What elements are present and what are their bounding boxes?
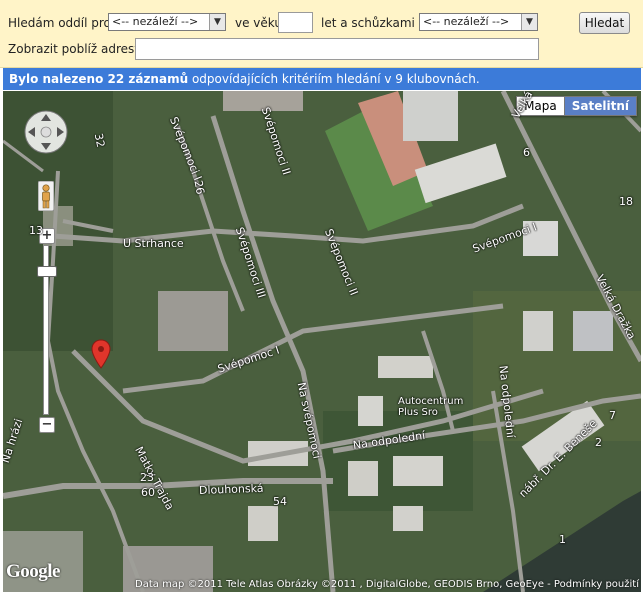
result-text: odpovídajících kritériím hledání v 9 klu… <box>188 72 480 86</box>
street-label-u-strhance: U Strhance <box>123 237 184 250</box>
street-number-13: 13 <box>29 224 43 237</box>
map-pin-icon[interactable] <box>91 339 111 369</box>
poi-label-autocentrum: Autocentrum Plus Sro <box>398 396 464 418</box>
category-select[interactable]: <-- nezáleží --> ▼ <box>108 13 226 31</box>
street-number-23: 23 <box>140 471 154 484</box>
map-marker[interactable] <box>91 339 111 372</box>
meetings-label: let a schůzkami v <box>321 16 426 30</box>
street-view-pegman[interactable] <box>37 180 55 214</box>
street-number-54: 54 <box>273 495 287 508</box>
map-view[interactable]: Mapa Satelitní + − U Strhance Svépomoci … <box>3 91 641 592</box>
street-number-32: 32 <box>91 132 108 149</box>
age-input[interactable] <box>278 12 313 33</box>
category-select-value: <-- nezáleží --> <box>112 15 199 28</box>
age-label: ve věku <box>235 16 282 30</box>
google-logo: Google <box>6 561 61 582</box>
search-button[interactable]: Hledat <box>579 12 630 34</box>
map-type-control: Mapa Satelitní <box>516 96 637 116</box>
zoom-out-button[interactable]: − <box>39 417 55 433</box>
street-number-18: 18 <box>619 195 633 208</box>
map-type-satellite-button[interactable]: Satelitní <box>564 96 637 116</box>
street-number-1: 1 <box>559 533 566 546</box>
map-attribution: Data map ©2011 Tele Atlas Obrázky ©2011 … <box>135 579 639 590</box>
street-number-7: 7 <box>609 409 616 422</box>
pegman-icon[interactable] <box>37 180 55 212</box>
search-form: Hledám oddíl pro <-- nezáleží --> ▼ ve v… <box>0 0 643 68</box>
pan-control[interactable] <box>23 109 69 158</box>
meetings-select-value: <-- nezáleží --> <box>423 15 510 28</box>
street-number-6: 6 <box>523 146 530 159</box>
meetings-select[interactable]: <-- nezáleží --> ▼ <box>419 13 538 31</box>
address-label: Zobrazit poblíž adresy: <box>8 42 145 56</box>
find-label: Hledám oddíl pro <box>8 16 111 30</box>
address-input[interactable] <box>135 38 539 60</box>
chevron-down-icon[interactable]: ▼ <box>209 14 225 30</box>
chevron-down-icon[interactable]: ▼ <box>521 14 537 30</box>
street-number-2: 2 <box>595 436 602 449</box>
pan-compass-icon[interactable] <box>23 109 69 155</box>
street-number-60: 60 <box>141 486 155 499</box>
street-number-26: 26 <box>191 179 207 196</box>
result-summary: Bylo nalezeno 22 záznamů odpovídajících … <box>3 68 641 90</box>
street-label-dlouhonska: Dlouhonská <box>198 481 264 497</box>
result-count: Bylo nalezeno 22 záznamů <box>9 72 189 86</box>
zoom-slider-handle[interactable] <box>37 266 57 277</box>
